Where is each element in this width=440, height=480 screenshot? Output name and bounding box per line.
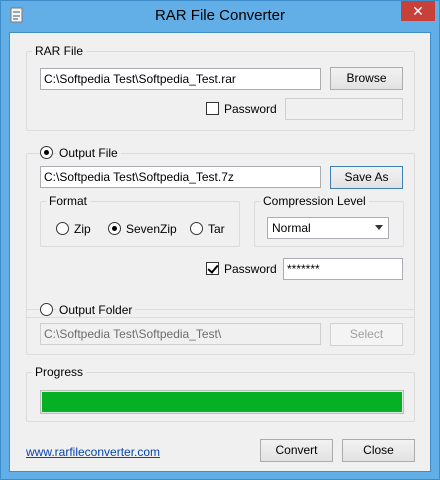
format-sevenzip-radio[interactable] xyxy=(108,222,121,235)
output-file-radio-label: Output File xyxy=(56,146,121,160)
progress-group-label: Progress xyxy=(32,365,87,379)
title-bar[interactable]: RAR File Converter ✕ xyxy=(1,1,439,31)
rar-password-input[interactable] xyxy=(285,98,403,120)
compression-level-label: Compression Level xyxy=(260,194,369,208)
progress-bar xyxy=(40,390,404,414)
output-password-input[interactable]: ******* xyxy=(283,258,403,280)
close-button[interactable]: Close xyxy=(342,439,415,462)
rar-password-checkbox[interactable] xyxy=(206,102,219,115)
progress-bar-fill xyxy=(42,392,402,412)
output-file-path-input[interactable]: C:\Softpedia Test\Softpedia_Test.7z xyxy=(40,166,321,188)
output-file-radio[interactable] xyxy=(40,146,53,159)
chevron-down-icon xyxy=(375,225,383,230)
client-area: RAR File C:\Softpedia Test\Softpedia_Tes… xyxy=(9,32,431,472)
output-folder-radio-label: Output Folder xyxy=(56,303,136,317)
website-link[interactable]: www.rarfileconverter.com xyxy=(26,445,160,459)
format-zip-radio[interactable] xyxy=(56,222,69,235)
window-close-button[interactable]: ✕ xyxy=(401,1,435,21)
format-tar-label: Tar xyxy=(208,222,225,236)
rar-file-group-label: RAR File xyxy=(32,44,87,58)
browse-button[interactable]: Browse xyxy=(330,67,403,90)
select-folder-button[interactable]: Select xyxy=(330,323,403,346)
format-zip-label: Zip xyxy=(74,222,91,236)
compression-level-value: Normal xyxy=(272,221,311,235)
format-group-label: Format xyxy=(46,194,91,208)
rar-file-path-input[interactable]: C:\Softpedia Test\Softpedia_Test.rar xyxy=(40,68,321,90)
output-password-checkbox[interactable] xyxy=(206,262,219,275)
format-tar-radio[interactable] xyxy=(190,222,203,235)
save-as-button[interactable]: Save As xyxy=(330,166,403,189)
rar-password-label: Password xyxy=(224,102,277,116)
app-window: RAR File Converter ✕ RAR File C:\Softped… xyxy=(0,0,440,480)
window-title: RAR File Converter xyxy=(154,7,286,24)
output-folder-path-input[interactable]: C:\Softpedia Test\Softpedia_Test\ xyxy=(40,323,321,345)
convert-button[interactable]: Convert xyxy=(260,439,333,462)
output-password-label: Password xyxy=(224,262,277,276)
output-folder-radio[interactable] xyxy=(40,303,53,316)
format-sevenzip-label: SevenZip xyxy=(126,222,177,236)
compression-level-dropdown[interactable]: Normal xyxy=(267,217,389,239)
close-icon: ✕ xyxy=(412,3,424,19)
